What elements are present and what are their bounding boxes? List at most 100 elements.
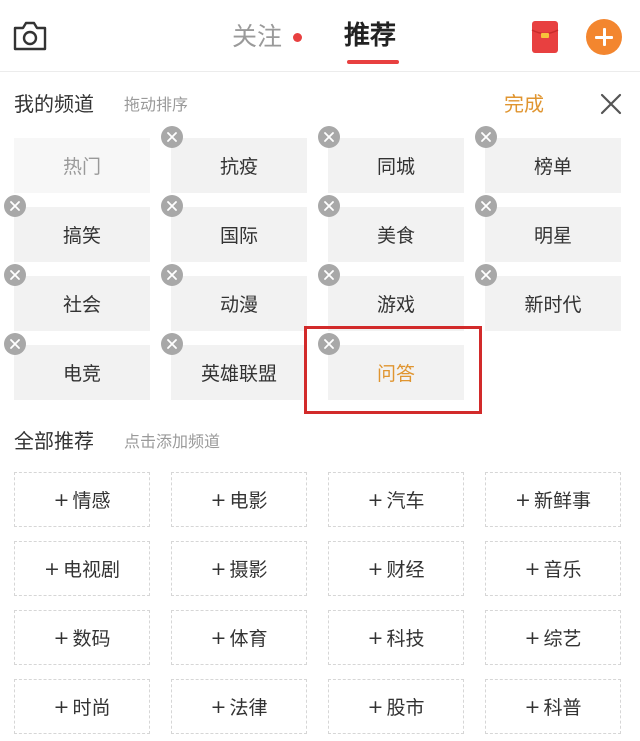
channel-label: 科技 — [386, 628, 425, 650]
remove-channel-icon[interactable] — [161, 264, 183, 286]
top-bar: 关注 推荐 — [0, 0, 640, 72]
plus-icon: + — [44, 557, 60, 580]
tab-follow[interactable]: 关注 — [232, 20, 282, 54]
channel-label: 游戏 — [376, 294, 415, 316]
channel-label: 电影 — [229, 490, 268, 512]
remove-channel-icon[interactable] — [4, 195, 26, 217]
add-channel-icon[interactable] — [586, 19, 622, 55]
my-channels-hint: 拖动排序 — [124, 95, 189, 114]
channel-tile[interactable]: 英雄联盟 — [171, 345, 307, 400]
channel-label: 股市 — [386, 697, 425, 719]
notification-dot — [293, 33, 302, 42]
channel-tile[interactable]: 电竞 — [14, 345, 150, 400]
channel-tile[interactable]: 明星 — [485, 207, 621, 262]
channel-tile[interactable]: 游戏 — [328, 276, 464, 331]
remove-channel-icon[interactable] — [161, 333, 183, 355]
channel-label: 英雄联盟 — [200, 363, 277, 385]
channel-tile[interactable]: 新时代 — [485, 276, 621, 331]
remove-channel-icon[interactable] — [475, 126, 497, 148]
channel-label: 科普 — [543, 697, 582, 719]
plus-icon: + — [524, 557, 541, 580]
channel-label: 搞笑 — [62, 225, 101, 247]
channel-label: 数码 — [72, 628, 111, 650]
channel-label: 新时代 — [524, 294, 582, 316]
remove-channel-icon[interactable] — [318, 126, 340, 148]
add-channel-tile[interactable]: + 电影 — [171, 472, 307, 527]
channel-tile[interactable]: 同城 — [328, 138, 464, 193]
remove-channel-icon[interactable] — [4, 264, 26, 286]
channel-label: 汽车 — [386, 490, 425, 512]
remove-channel-icon[interactable] — [161, 195, 183, 217]
plus-icon: + — [367, 488, 384, 511]
channel-label: 热门 — [62, 156, 101, 178]
all-channels-hint: 点击添加频道 — [124, 432, 221, 451]
channel-label: 法律 — [229, 697, 268, 719]
plus-icon: + — [53, 488, 70, 511]
channel-label: 榜单 — [533, 156, 572, 178]
plus-icon: + — [524, 626, 541, 649]
channel-tile[interactable]: 美食 — [328, 207, 464, 262]
add-channel-tile[interactable]: + 新鲜事 — [485, 472, 621, 527]
channel-tile[interactable]: 搞笑 — [14, 207, 150, 262]
plus-icon: + — [515, 488, 531, 511]
plus-icon: + — [367, 626, 384, 649]
add-channel-tile[interactable]: + 股市 — [328, 679, 464, 734]
channel-tile[interactable]: 社会 — [14, 276, 150, 331]
close-icon[interactable] — [599, 92, 623, 116]
plus-icon: + — [367, 695, 384, 718]
channel-label: 国际 — [219, 225, 258, 247]
remove-channel-icon[interactable] — [475, 264, 497, 286]
camera-icon[interactable] — [12, 20, 48, 52]
channel-tile[interactable]: 国际 — [171, 207, 307, 262]
add-channel-tile[interactable]: + 法律 — [171, 679, 307, 734]
channel-label: 抗疫 — [219, 156, 258, 178]
plus-icon: + — [210, 626, 227, 649]
channel-tile-hot[interactable]: 热门 — [14, 138, 150, 193]
channel-label: 新鲜事 — [533, 490, 591, 512]
plus-icon: + — [210, 488, 227, 511]
channel-label: 情感 — [72, 490, 111, 512]
add-channel-tile[interactable]: + 时尚 — [14, 679, 150, 734]
plus-icon: + — [53, 695, 70, 718]
plus-icon: + — [210, 557, 227, 580]
all-channels-title: 全部推荐 — [14, 429, 94, 453]
plus-icon: + — [524, 695, 541, 718]
my-channels-title: 我的频道 — [14, 92, 94, 116]
add-channel-tile[interactable]: + 财经 — [328, 541, 464, 596]
channel-label: 财经 — [386, 559, 425, 581]
add-channel-tile[interactable]: + 情感 — [14, 472, 150, 527]
remove-channel-icon[interactable] — [318, 195, 340, 217]
red-packet-icon[interactable] — [531, 20, 559, 54]
add-channel-tile[interactable]: + 摄影 — [171, 541, 307, 596]
add-channel-tile[interactable]: + 汽车 — [328, 472, 464, 527]
add-channel-tile[interactable]: + 数码 — [14, 610, 150, 665]
channel-label: 动漫 — [219, 294, 258, 316]
add-channel-tile[interactable]: + 体育 — [171, 610, 307, 665]
channel-label: 音乐 — [543, 559, 582, 581]
plus-icon: + — [53, 626, 70, 649]
channel-label: 美食 — [376, 225, 415, 247]
channel-tile[interactable]: 抗疫 — [171, 138, 307, 193]
channel-label: 时尚 — [72, 697, 111, 719]
channel-tile[interactable]: 动漫 — [171, 276, 307, 331]
remove-channel-icon[interactable] — [318, 264, 340, 286]
add-channel-tile[interactable]: + 综艺 — [485, 610, 621, 665]
channel-label: 综艺 — [543, 628, 582, 650]
active-tab-indicator — [347, 60, 399, 64]
plus-icon: + — [367, 557, 384, 580]
channel-label: 电竞 — [62, 363, 101, 385]
channel-label: 电视剧 — [62, 559, 120, 581]
tab-recommend[interactable]: 推荐 — [344, 19, 396, 53]
channel-label: 摄影 — [229, 559, 268, 581]
plus-icon: + — [210, 695, 227, 718]
remove-channel-icon[interactable] — [161, 126, 183, 148]
highlight-box — [304, 326, 482, 414]
add-channel-tile[interactable]: + 科技 — [328, 610, 464, 665]
done-button[interactable]: 完成 — [504, 90, 544, 118]
add-channel-tile[interactable]: + 科普 — [485, 679, 621, 734]
add-channel-tile[interactable]: + 音乐 — [485, 541, 621, 596]
remove-channel-icon[interactable] — [4, 333, 26, 355]
add-channel-tile[interactable]: + 电视剧 — [14, 541, 150, 596]
channel-tile[interactable]: 榜单 — [485, 138, 621, 193]
remove-channel-icon[interactable] — [475, 195, 497, 217]
